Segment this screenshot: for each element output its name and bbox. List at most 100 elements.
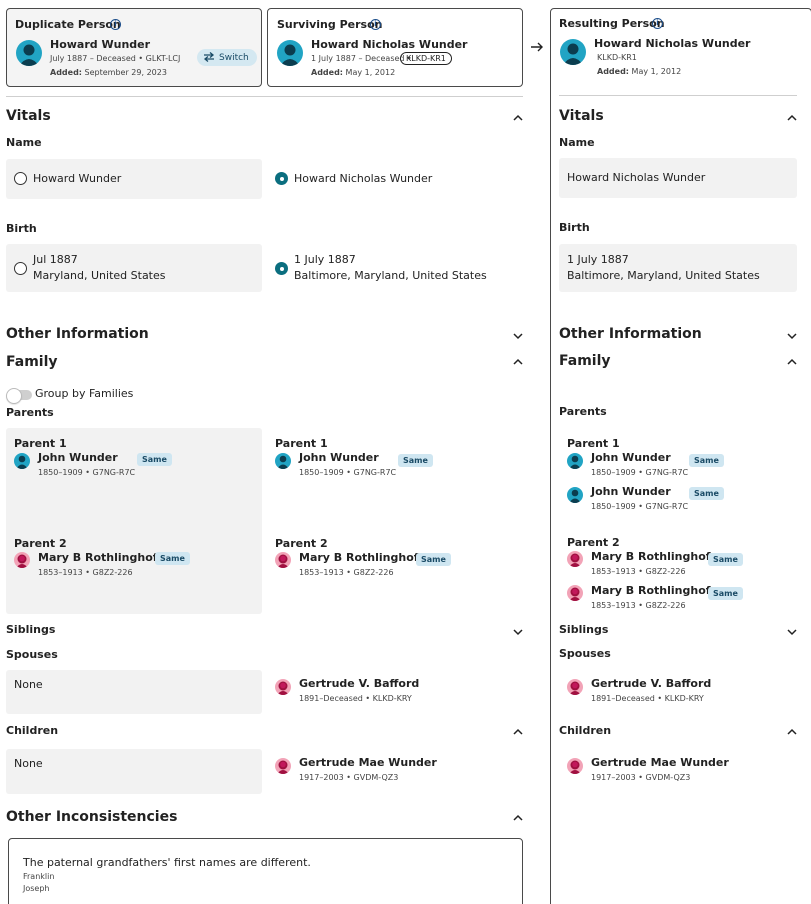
surviving-person-id[interactable]: KLKD-KR1	[400, 52, 452, 65]
child-name[interactable]: Gertrude Mae Wunder	[299, 756, 437, 769]
siblings-label: Siblings	[559, 623, 609, 636]
chevron-down-icon[interactable]	[512, 626, 524, 638]
children-left-box	[6, 749, 262, 794]
female-avatar-icon	[567, 679, 583, 695]
female-avatar-icon	[275, 758, 291, 774]
birth-left-date: Jul 1887	[33, 253, 78, 266]
birth-left-radio[interactable]	[14, 262, 27, 275]
birth-result-place: Baltimore, Maryland, United States	[567, 269, 760, 282]
birth-right-date: 1 July 1887	[294, 253, 356, 266]
father-name[interactable]: John Wunder	[591, 485, 671, 498]
surviving-person-meta: 1 July 1887 – Deceased •	[311, 54, 412, 63]
surviving-person-name[interactable]: Howard Nicholas Wunder	[311, 38, 468, 51]
info-icon[interactable]: i	[370, 19, 381, 30]
father-name[interactable]: John Wunder	[38, 451, 118, 464]
switch-button[interactable]: Switch	[197, 49, 257, 66]
father-name[interactable]: John Wunder	[591, 451, 671, 464]
surviving-person-card: Surviving Person i Howard Nicholas Wunde…	[267, 8, 523, 87]
father-meta: 1850–1909 • G7NG-R7C	[591, 502, 689, 511]
male-avatar-icon	[567, 487, 583, 503]
chevron-down-icon[interactable]	[786, 626, 798, 638]
mother-name[interactable]: Mary B Rothlinghofer	[591, 584, 723, 597]
mother-meta: 1853–1913 • G8Z2-226	[591, 601, 686, 610]
children-none: None	[14, 757, 43, 770]
name-label: Name	[559, 136, 595, 149]
spouse-name[interactable]: Gertrude V. Bafford	[299, 677, 419, 690]
mother-name[interactable]: Mary B Rothlinghofer	[38, 551, 170, 564]
same-badge: Same	[708, 587, 743, 600]
spouse-none: None	[14, 678, 43, 691]
divider	[6, 96, 523, 97]
female-avatar-icon	[567, 551, 583, 567]
birth-label: Birth	[6, 222, 37, 235]
female-avatar-icon	[567, 585, 583, 601]
child-name[interactable]: Gertrude Mae Wunder	[591, 756, 729, 769]
spouse-name[interactable]: Gertrude V. Bafford	[591, 677, 711, 690]
name-right-radio[interactable]	[275, 172, 288, 185]
mother-name[interactable]: Mary B Rothlinghofer	[299, 551, 431, 564]
inconsistency-card	[8, 838, 523, 904]
added-date: May 1, 2012	[631, 67, 682, 76]
family-heading: Family	[559, 353, 611, 369]
chevron-down-icon[interactable]	[512, 330, 524, 342]
duplicate-person-title: Duplicate Person	[15, 18, 121, 31]
chevron-up-icon[interactable]	[512, 726, 524, 738]
male-avatar-icon	[560, 39, 586, 65]
female-avatar-icon	[567, 758, 583, 774]
child-meta: 1917–2003 • GVDM-QZ3	[299, 773, 399, 782]
added-label: Added:	[597, 67, 629, 76]
inconsistency-value-2: Joseph	[23, 884, 50, 893]
swap-icon	[203, 52, 215, 62]
parent2-label: Parent 2	[567, 536, 620, 549]
inconsistency-value-1: Franklin	[23, 872, 55, 881]
birth-right-radio[interactable]	[275, 262, 288, 275]
added-label: Added:	[311, 68, 343, 77]
mother-meta: 1853–1913 • G8Z2-226	[38, 568, 133, 577]
name-left-value: Howard Wunder	[33, 172, 122, 185]
duplicate-person-meta: July 1887 – Deceased • GLKT-LCJ	[50, 54, 181, 63]
switch-label: Switch	[219, 53, 249, 63]
added-date: May 1, 2012	[345, 68, 396, 77]
same-badge: Same	[708, 553, 743, 566]
same-badge: Same	[155, 552, 190, 565]
male-avatar-icon	[567, 453, 583, 469]
info-icon[interactable]: i	[110, 19, 121, 30]
chevron-up-icon[interactable]	[786, 356, 798, 368]
mother-name[interactable]: Mary B Rothlinghofer	[591, 550, 723, 563]
parent1-label: Parent 1	[567, 437, 620, 450]
mother-meta: 1853–1913 • G8Z2-226	[591, 567, 686, 576]
chevron-up-icon[interactable]	[786, 112, 798, 124]
mother-meta: 1853–1913 • G8Z2-226	[299, 568, 394, 577]
parent2-label: Parent 2	[14, 537, 67, 550]
male-avatar-icon	[275, 453, 291, 469]
parents-label: Parents	[559, 405, 607, 418]
same-badge: Same	[689, 454, 724, 467]
chevron-up-icon[interactable]	[512, 112, 524, 124]
resulting-person-name[interactable]: Howard Nicholas Wunder	[594, 37, 751, 50]
added-date: September 29, 2023	[84, 68, 167, 77]
children-label: Children	[6, 724, 59, 737]
arrow-right-icon	[531, 42, 543, 52]
female-avatar-icon	[14, 552, 30, 568]
chevron-up-icon[interactable]	[786, 726, 798, 738]
resulting-person-title: Resulting Person	[559, 17, 665, 30]
divider	[559, 95, 797, 96]
group-by-families-toggle[interactable]	[6, 388, 32, 404]
chevron-up-icon[interactable]	[512, 812, 524, 824]
chevron-down-icon[interactable]	[786, 330, 798, 342]
info-icon[interactable]: i	[652, 18, 663, 29]
chevron-up-icon[interactable]	[512, 356, 524, 368]
family-heading: Family	[6, 354, 58, 370]
siblings-label: Siblings	[6, 623, 56, 636]
children-label: Children	[559, 724, 612, 737]
duplicate-person-name[interactable]: Howard Wunder	[50, 38, 150, 51]
other-information-heading: Other Information	[6, 326, 149, 342]
same-badge: Same	[137, 453, 172, 466]
father-meta: 1850–1909 • G7NG-R7C	[38, 468, 136, 477]
birth-left-place: Maryland, United States	[33, 269, 166, 282]
parents-label: Parents	[6, 406, 54, 419]
father-name[interactable]: John Wunder	[299, 451, 379, 464]
name-left-radio[interactable]	[14, 172, 27, 185]
duplicate-person-card: Duplicate Person i Howard Wunder July 18…	[6, 8, 262, 87]
resulting-person-meta: KLKD-KR1	[597, 53, 637, 62]
